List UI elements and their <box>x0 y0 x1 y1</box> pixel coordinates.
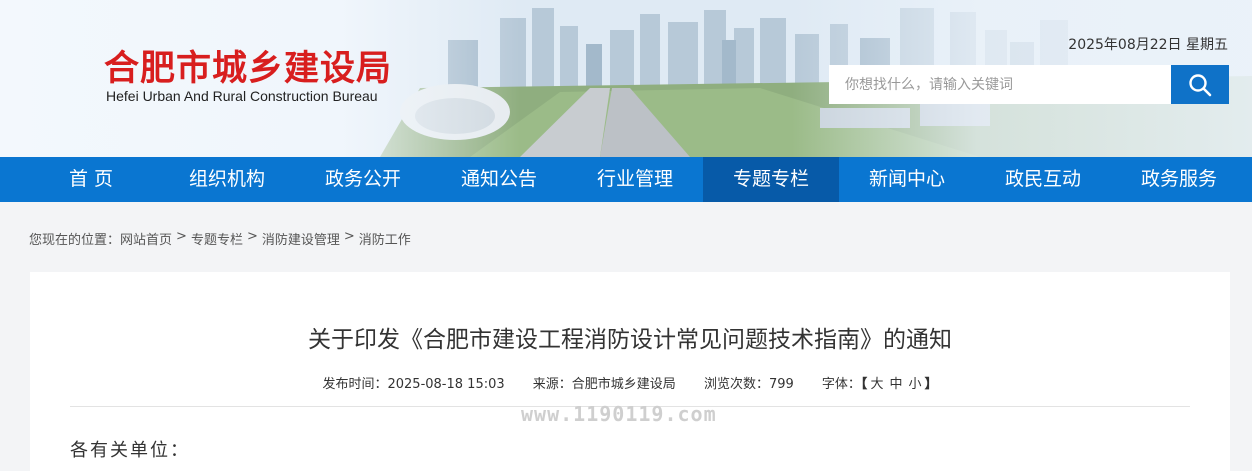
search-button[interactable] <box>1171 65 1229 104</box>
font-size-bracket-open: 【 <box>860 377 868 392</box>
nav-item-public-interaction[interactable]: 政民互动 <box>975 157 1111 202</box>
watermark-text: www.1190119.com <box>521 402 717 426</box>
font-size-large[interactable]: 大 <box>870 377 883 392</box>
site-logo-title[interactable]: 合肥市城乡建设局 <box>104 40 392 91</box>
breadcrumb-link-home[interactable]: 网站首页 <box>120 229 172 248</box>
article-source: 来源：合肥市城乡建设局 <box>532 377 676 392</box>
site-logo-subtitle: Hefei Urban And Rural Construction Burea… <box>106 88 378 104</box>
breadcrumb-separator: > <box>246 229 258 244</box>
breadcrumb-link-special-topics[interactable]: 专题专栏 <box>191 229 243 248</box>
breadcrumb-separator: > <box>176 229 187 244</box>
nav-item-government-services[interactable]: 政务服务 <box>1111 157 1247 202</box>
publish-time: 发布时间：2025-08-18 15:03 <box>322 377 505 392</box>
search-input[interactable] <box>829 65 1171 104</box>
view-count: 浏览次数：799 <box>703 377 794 392</box>
nav-item-industry-management[interactable]: 行业管理 <box>567 157 703 202</box>
article-meta: 发布时间：2025-08-18 15:03 来源：合肥市城乡建设局 浏览次数：7… <box>30 373 1230 392</box>
search-bar <box>829 65 1229 104</box>
article-panel: 关于印发《合肥市建设工程消防设计常见问题技术指南》的通知 发布时间：2025-0… <box>30 272 1230 471</box>
article-title: 关于印发《合肥市建设工程消防设计常见问题技术指南》的通知 <box>308 327 952 353</box>
font-size-medium[interactable]: 中 <box>889 377 902 392</box>
main-nav: 首 页 组织机构 政务公开 通知公告 行业管理 专题专栏 新闻中心 政民互动 政… <box>0 157 1252 202</box>
header-banner: 合肥市城乡建设局 Hefei Urban And Rural Construct… <box>0 0 1252 157</box>
font-size-bracket-close: 】 <box>924 377 938 392</box>
nav-item-notices[interactable]: 通知公告 <box>431 157 567 202</box>
nav-item-special-topics[interactable]: 专题专栏 <box>703 157 839 202</box>
nav-item-organization[interactable]: 组织机构 <box>159 157 295 202</box>
current-date: 2025年08月22日 星期五 <box>1068 37 1228 53</box>
nav-item-news-center[interactable]: 新闻中心 <box>839 157 975 202</box>
font-size-small[interactable]: 小 <box>908 377 921 392</box>
article-salutation: 各有关单位： <box>70 440 190 461</box>
nav-item-home[interactable]: 首 页 <box>23 157 159 202</box>
nav-item-government-affairs[interactable]: 政务公开 <box>295 157 431 202</box>
breadcrumb: 您现在的位置： 网站首页 > 专题专栏 > 消防建设管理 > 消防工作 <box>29 229 411 248</box>
breadcrumb-link-fire-work[interactable]: 消防工作 <box>359 229 411 248</box>
breadcrumb-prefix: 您现在的位置： <box>29 233 121 248</box>
font-size-label: 字体： <box>821 377 861 392</box>
breadcrumb-separator: > <box>343 229 355 244</box>
search-icon <box>1189 73 1212 96</box>
font-size-control: 字体：【大中小】 <box>822 377 938 392</box>
breadcrumb-link-fire-construction[interactable]: 消防建设管理 <box>262 229 340 248</box>
